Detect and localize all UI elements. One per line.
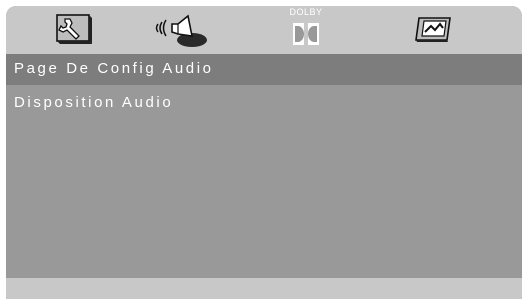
tab-audio-setup[interactable]: [152, 6, 212, 54]
menu-item-audio-layout[interactable]: Disposition Audio: [14, 94, 173, 111]
setup-screen: DOLBY Page De Config Audio Disposition A…: [6, 6, 522, 299]
tab-video-setup[interactable]: [412, 6, 454, 54]
video-screen-icon: [415, 17, 451, 42]
wrench-settings-icon: [56, 14, 92, 44]
dolby-label: DOLBY: [289, 7, 323, 17]
status-footer: [6, 278, 522, 299]
page-header: Page De Config Audio: [6, 54, 522, 85]
speaker-audio-icon: [155, 14, 207, 47]
tab-general-setup[interactable]: [54, 6, 94, 54]
setup-toolbar: DOLBY: [6, 6, 522, 54]
page-title: Page De Config Audio: [14, 60, 214, 77]
tab-dolby-setup[interactable]: DOLBY: [284, 6, 328, 54]
